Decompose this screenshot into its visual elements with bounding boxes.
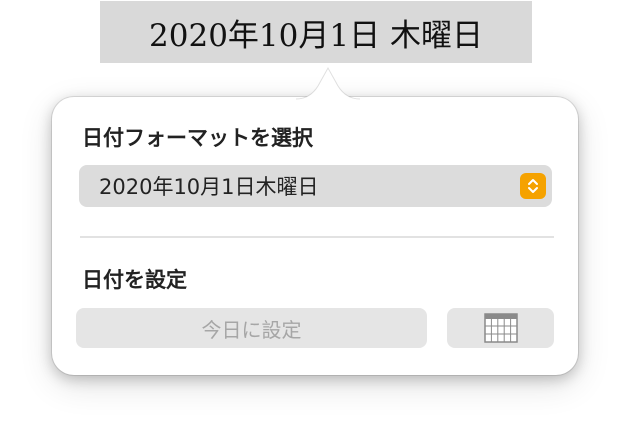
chevron-up-down-icon[interactable]	[520, 173, 546, 199]
date-text-field[interactable]: 2020年10月1日 木曜日	[100, 1, 532, 63]
calendar-button[interactable]	[447, 308, 554, 348]
format-section-title: 日付フォーマットを選択	[82, 126, 313, 150]
date-format-select[interactable]: 2020年10月1日木曜日	[79, 165, 552, 207]
popover-arrow	[296, 66, 360, 100]
set-today-button-label: 今日に設定	[201, 317, 302, 342]
selected-format-label: 2020年10月1日木曜日	[99, 175, 319, 199]
section-divider	[80, 236, 554, 238]
date-text-value: 2020年10月1日 木曜日	[149, 17, 483, 54]
calendar-icon	[483, 313, 518, 343]
set-date-section-title: 日付を設定	[82, 268, 187, 292]
date-format-stage: 2020年10月1日 木曜日 日付フォーマットを選択 2020年10月1日木曜日…	[0, 0, 633, 436]
set-today-button[interactable]: 今日に設定	[76, 308, 427, 348]
